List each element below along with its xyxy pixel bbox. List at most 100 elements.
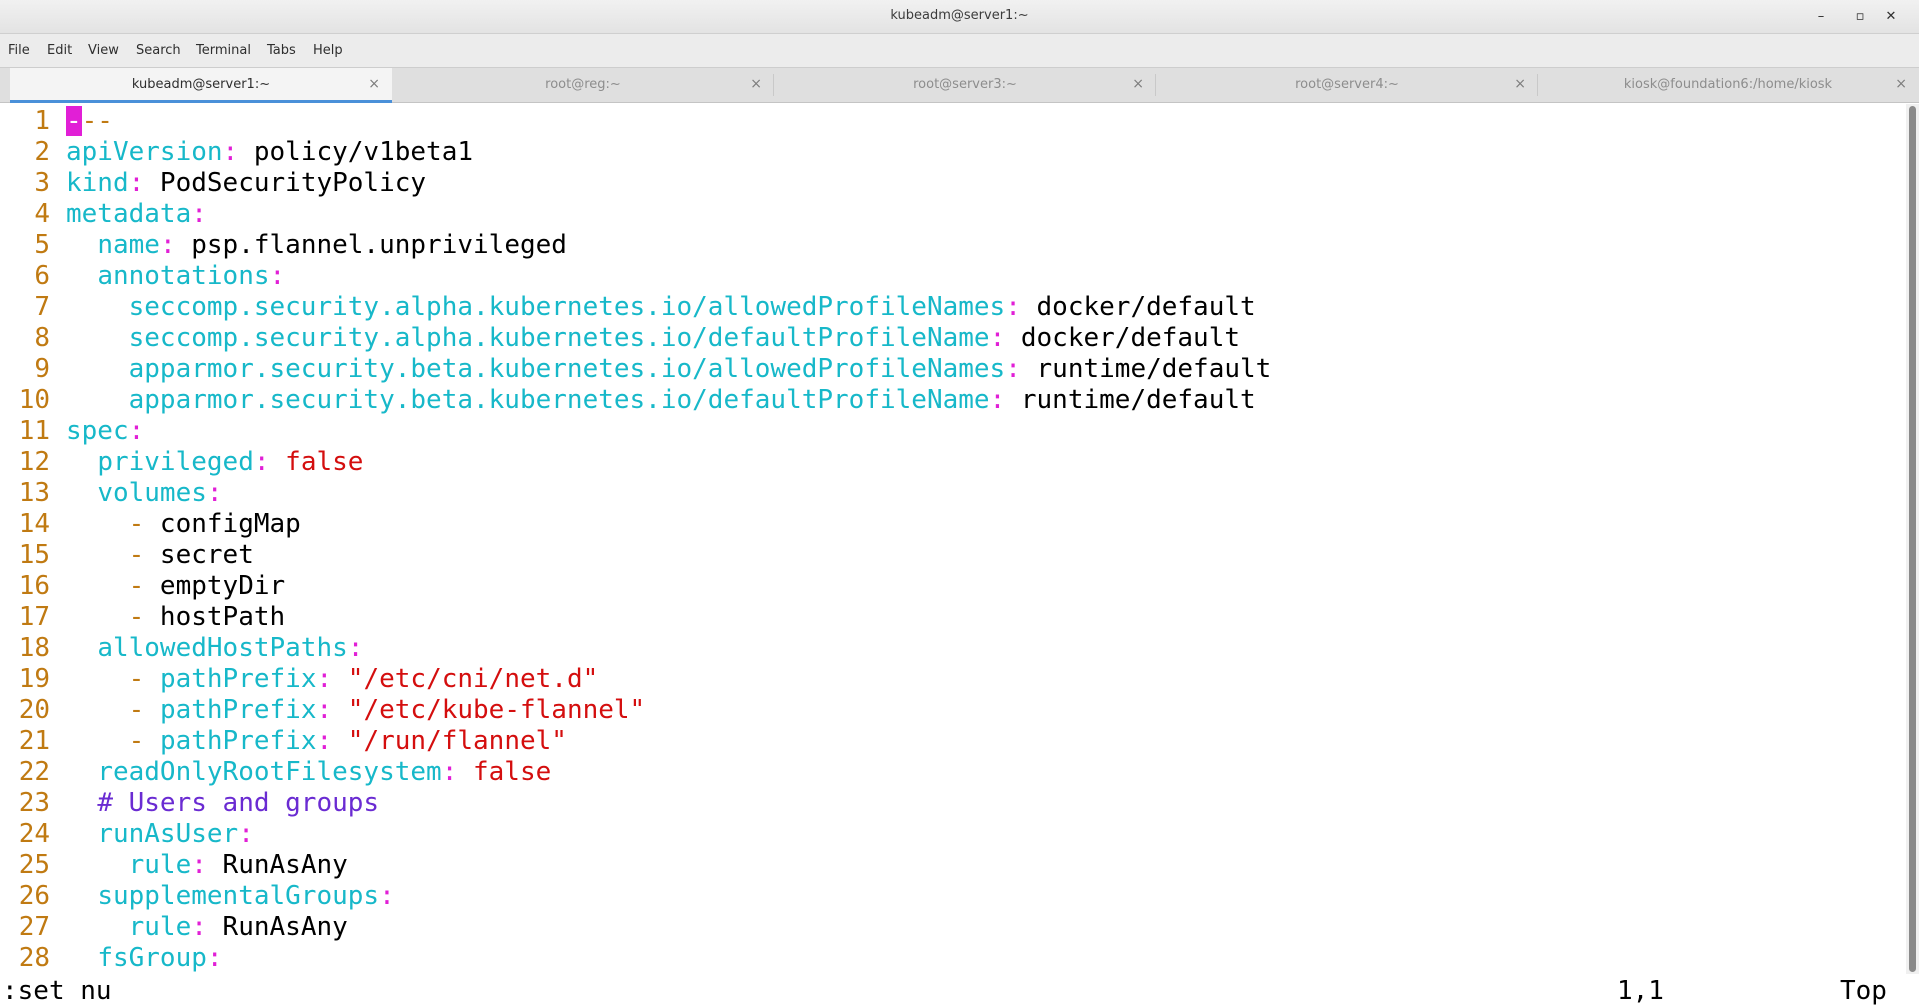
tab-kubeadm-server1[interactable]: kubeadm@server1:~ ×	[10, 68, 392, 103]
code-line[interactable]: 11 spec:	[0, 416, 1900, 447]
tab-root-server3[interactable]: root@server3:~ ×	[774, 68, 1156, 103]
code-text: rule: RunAsAny	[66, 850, 348, 881]
tab-close-icon[interactable]: ×	[750, 76, 762, 92]
yaml-text	[66, 385, 129, 415]
menu-search[interactable]: Search	[136, 43, 181, 58]
yaml-text	[66, 540, 129, 570]
close-icon[interactable]: ✕	[1881, 8, 1901, 26]
yaml-value-string: false	[285, 447, 364, 477]
line-number: 17	[18, 602, 50, 632]
code-text: volumes:	[66, 478, 222, 509]
yaml-key: rule	[128, 850, 192, 880]
tab-label: kiosk@foundation6:/home/kiosk	[1623, 77, 1833, 92]
minimize-icon[interactable]: –	[1811, 8, 1831, 26]
yaml-text	[66, 571, 129, 601]
code-text: privileged: false	[66, 447, 363, 478]
code-line[interactable]: 19 - pathPrefix: "/etc/cni/net.d"	[0, 664, 1900, 695]
line-number: 13	[18, 478, 50, 508]
tab-close-icon[interactable]: ×	[1132, 76, 1144, 92]
yaml-text	[66, 943, 97, 973]
line-number: 8	[34, 323, 50, 353]
yaml-key: runAsUser	[97, 819, 239, 849]
code-line[interactable]: 18 allowedHostPaths:	[0, 633, 1900, 664]
tab-root-reg[interactable]: root@reg:~ ×	[392, 68, 774, 103]
yaml-text	[66, 323, 129, 353]
code-line[interactable]: 24 runAsUser:	[0, 819, 1900, 850]
code-line[interactable]: 10 apparmor.security.beta.kubernetes.io/…	[0, 385, 1900, 416]
menu-view[interactable]: View	[88, 43, 119, 58]
code-line[interactable]: 27 rule: RunAsAny	[0, 912, 1900, 943]
code-line[interactable]: 12 privileged: false	[0, 447, 1900, 478]
tab-close-icon[interactable]: ×	[1514, 76, 1526, 92]
code-line[interactable]: 2 apiVersion: policy/v1beta1	[0, 137, 1900, 168]
yaml-text: configMap	[144, 509, 301, 539]
code-line[interactable]: 23 # Users and groups	[0, 788, 1900, 819]
line-number: 11	[18, 416, 50, 446]
code-text: - secret	[66, 540, 254, 571]
yaml-list-dash: -	[128, 509, 145, 539]
line-number: 12	[18, 447, 50, 477]
tab-close-icon[interactable]: ×	[368, 76, 380, 92]
code-line[interactable]: 7 seccomp.security.alpha.kubernetes.io/a…	[0, 292, 1900, 323]
vertical-scrollbar[interactable]	[1906, 104, 1919, 974]
code-line[interactable]: 26 supplementalGroups:	[0, 881, 1900, 912]
code-line[interactable]: 14 - configMap	[0, 509, 1900, 540]
vim-editor[interactable]: 1 --- 2 apiVersion: policy/v1beta1 3 kind: Po…	[0, 104, 1906, 974]
menu-file[interactable]: File	[8, 43, 30, 58]
line-number: 20	[18, 695, 50, 725]
yaml-key: pathPrefix	[159, 695, 317, 725]
code-text: - configMap	[66, 509, 301, 540]
tab-kiosk-foundation6[interactable]: kiosk@foundation6:/home/kiosk ×	[1537, 68, 1919, 103]
code-line[interactable]: 8 seccomp.security.alpha.kubernetes.io/d…	[0, 323, 1900, 354]
line-number: 5	[34, 230, 50, 260]
code-text: - pathPrefix: "/etc/kube-flannel"	[66, 695, 646, 726]
yaml-list-dash: -	[128, 571, 145, 601]
line-number: 21	[18, 726, 50, 756]
code-line[interactable]: 9 apparmor.security.beta.kubernetes.io/a…	[0, 354, 1900, 385]
yaml-text	[144, 726, 160, 756]
code-line[interactable]: 22 readOnlyRootFilesystem: false	[0, 757, 1900, 788]
yaml-colon: :	[379, 881, 395, 911]
tab-root-server4[interactable]: root@server4:~ ×	[1156, 68, 1538, 103]
text-cursor: -	[66, 106, 82, 136]
yaml-text	[66, 354, 129, 384]
yaml-text: psp.flannel.unprivileged	[175, 230, 567, 260]
line-number: 7	[34, 292, 50, 322]
yaml-key: fsGroup	[97, 943, 207, 973]
yaml-key: volumes	[97, 478, 207, 508]
code-line[interactable]: 5 name: psp.flannel.unprivileged	[0, 230, 1900, 261]
command-line[interactable]: :set nu	[2, 974, 112, 1008]
menu-help[interactable]: Help	[313, 43, 343, 58]
code-line[interactable]: 4 metadata:	[0, 199, 1900, 230]
yaml-key: spec	[66, 416, 129, 446]
code-line[interactable]: 28 fsGroup:	[0, 943, 1900, 974]
code-line[interactable]: 16 - emptyDir	[0, 571, 1900, 602]
code-text: seccomp.security.alpha.kubernetes.io/all…	[66, 292, 1256, 323]
menu-edit[interactable]: Edit	[47, 43, 72, 58]
yaml-value-string: "/etc/cni/net.d"	[347, 664, 599, 694]
yaml-colon: :	[1005, 292, 1021, 322]
code-line[interactable]: 1 ---	[0, 106, 1900, 137]
code-line[interactable]: 25 rule: RunAsAny	[0, 850, 1900, 881]
yaml-colon: :	[253, 447, 270, 477]
line-number: 14	[18, 509, 50, 539]
yaml-key: name	[97, 230, 160, 260]
yaml-colon: :	[316, 726, 333, 756]
code-line[interactable]: 21 - pathPrefix: "/run/flannel"	[0, 726, 1900, 757]
code-line[interactable]: 15 - secret	[0, 540, 1900, 571]
code-line[interactable]: 20 - pathPrefix: "/etc/kube-flannel"	[0, 695, 1900, 726]
code-line[interactable]: 6 annotations:	[0, 261, 1900, 292]
yaml-list-dash: -	[128, 726, 145, 756]
line-number: 4	[34, 199, 50, 229]
yaml-colon: :	[191, 850, 207, 880]
code-line[interactable]: 17 - hostPath	[0, 602, 1900, 633]
code-line[interactable]: 13 volumes:	[0, 478, 1900, 509]
yaml-text: secret	[144, 540, 254, 570]
yaml-text: docker/default	[1020, 292, 1256, 322]
code-line[interactable]: 3 kind: PodSecurityPolicy	[0, 168, 1900, 199]
maximize-icon[interactable]: ▫	[1850, 8, 1870, 26]
menu-terminal[interactable]: Terminal	[196, 43, 251, 58]
menu-tabs[interactable]: Tabs	[267, 43, 296, 58]
scrollbar-thumb[interactable]	[1909, 106, 1916, 972]
tab-close-icon[interactable]: ×	[1895, 76, 1907, 92]
